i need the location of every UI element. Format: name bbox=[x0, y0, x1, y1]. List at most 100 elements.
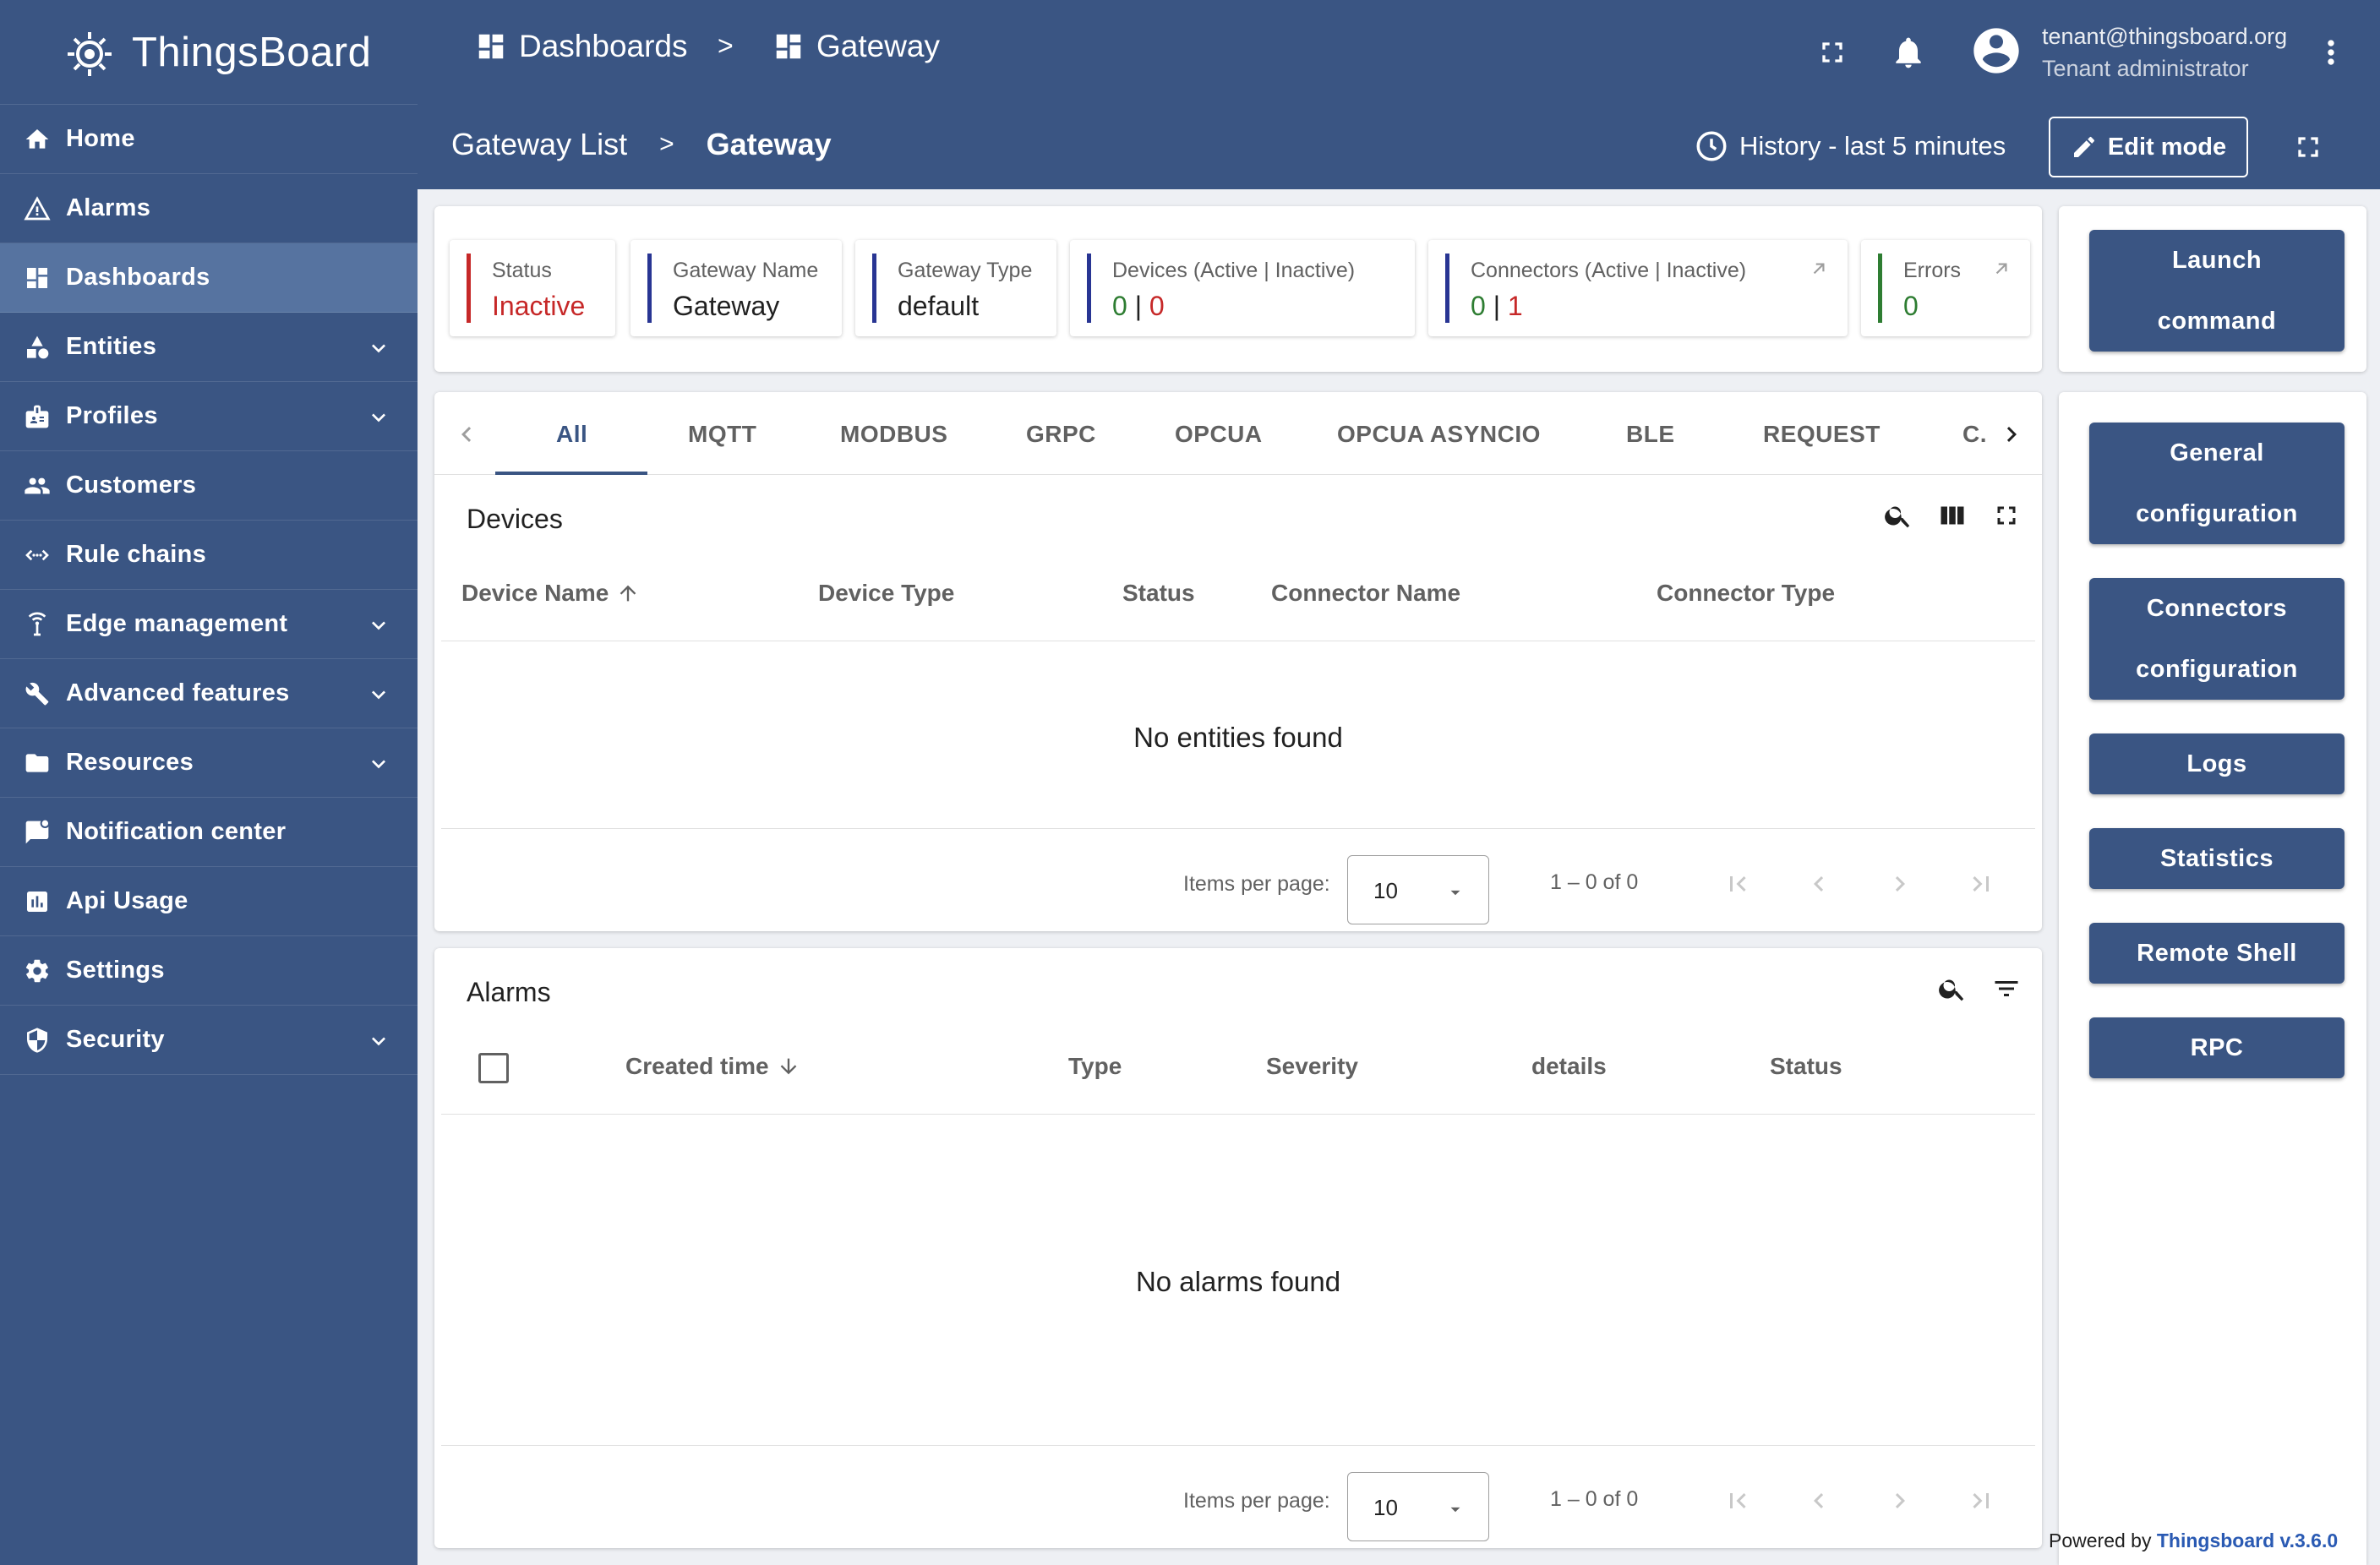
statistics-button[interactable]: Statistics bbox=[2089, 828, 2345, 889]
connectors-active: 0 bbox=[1471, 291, 1486, 321]
devices-value: 0 | 0 bbox=[1112, 291, 1165, 322]
previous-page-icon[interactable] bbox=[1802, 867, 1836, 901]
edit-mode-button[interactable]: Edit mode bbox=[2049, 117, 2248, 177]
sidebar-item-resources[interactable]: Resources bbox=[0, 728, 418, 798]
chevron-down-icon[interactable] bbox=[365, 612, 392, 639]
launch-command-panel: Launch command bbox=[2059, 206, 2366, 372]
gateway-type-value: default bbox=[898, 291, 980, 321]
sidebar-item-settings[interactable]: Settings bbox=[0, 936, 418, 1006]
dashboard-icon bbox=[475, 30, 507, 63]
page-size-select[interactable]: 10 bbox=[1347, 855, 1489, 924]
page-size-value: 10 bbox=[1373, 878, 1398, 903]
sidebar-item-edge-management[interactable]: Edge management bbox=[0, 590, 418, 659]
sidebar-item-dashboards[interactable]: Dashboards bbox=[0, 243, 418, 313]
tab-all[interactable]: All bbox=[556, 421, 587, 448]
column-status[interactable]: Status bbox=[1122, 580, 1195, 607]
sidebar-item-entities[interactable]: Entities bbox=[0, 313, 418, 382]
button-line: General bbox=[2170, 439, 2264, 466]
logo[interactable]: ThingsBoard bbox=[0, 0, 418, 105]
column-connector-type[interactable]: Connector Type bbox=[1657, 580, 1835, 607]
breadcrumb-dashboards[interactable]: Dashboards bbox=[475, 29, 688, 64]
arrow-outward-icon[interactable] bbox=[1990, 257, 2013, 281]
next-page-icon[interactable] bbox=[1883, 1484, 1917, 1518]
arrow-outward-icon[interactable] bbox=[1807, 257, 1831, 281]
chevron-down-icon[interactable] bbox=[365, 681, 392, 708]
version-link[interactable]: Thingsboard v.3.6.0 bbox=[2157, 1530, 2338, 1551]
search-icon[interactable] bbox=[1935, 972, 1969, 1006]
clock-icon bbox=[1694, 128, 1729, 164]
errors-card[interactable]: Errors 0 bbox=[1861, 240, 2030, 336]
filter-icon[interactable] bbox=[1990, 972, 2023, 1006]
tab-ble[interactable]: BLE bbox=[1626, 421, 1675, 448]
sidebar-item-home[interactable]: Home bbox=[0, 105, 418, 174]
search-icon[interactable] bbox=[1881, 499, 1915, 532]
breadcrumb-gateway-list[interactable]: Gateway List bbox=[451, 127, 627, 162]
rpc-button[interactable]: RPC bbox=[2089, 1017, 2345, 1078]
breadcrumb-label: Gateway bbox=[816, 29, 941, 63]
tab-modbus[interactable]: MODBUS bbox=[840, 421, 947, 448]
tab-mqtt[interactable]: MQTT bbox=[688, 421, 756, 448]
general-configuration-button[interactable]: General configuration bbox=[2089, 423, 2345, 544]
column-device-type[interactable]: Device Type bbox=[818, 580, 954, 607]
sidebar-item-notification-center[interactable]: Notification center bbox=[0, 798, 418, 867]
sidebar-item-profiles[interactable]: Profiles bbox=[0, 382, 418, 451]
fullscreen-icon[interactable] bbox=[1990, 499, 2023, 532]
first-page-icon[interactable] bbox=[1721, 867, 1755, 901]
breadcrumb-current: Gateway bbox=[706, 127, 832, 161]
chevron-right-icon[interactable] bbox=[1995, 417, 2028, 451]
column-severity[interactable]: Severity bbox=[1266, 1053, 1358, 1080]
column-details[interactable]: details bbox=[1531, 1053, 1607, 1080]
column-type[interactable]: Type bbox=[1068, 1053, 1122, 1080]
tab-request[interactable]: REQUEST bbox=[1763, 421, 1881, 448]
connectors-label: Connectors (Active | Inactive) bbox=[1471, 259, 1747, 282]
remote-shell-button[interactable]: Remote Shell bbox=[2089, 923, 2345, 984]
chevron-down-icon[interactable] bbox=[365, 750, 392, 777]
tab-more[interactable]: C. bbox=[1962, 421, 1987, 448]
connectors-card[interactable]: Connectors (Active | Inactive) 0 | 1 bbox=[1428, 240, 1848, 336]
timewindow-button[interactable]: History - last 5 minutes bbox=[1694, 128, 2006, 164]
sidebar-item-label: Security bbox=[66, 1026, 165, 1053]
first-page-icon[interactable] bbox=[1721, 1484, 1755, 1518]
gateway-name-card: Gateway Name Gateway bbox=[630, 240, 842, 336]
tab-grpc[interactable]: GRPC bbox=[1026, 421, 1096, 448]
chevron-down-icon[interactable] bbox=[365, 404, 392, 431]
sidebar-item-customers[interactable]: Customers bbox=[0, 451, 418, 521]
connectors-configuration-button[interactable]: Connectors configuration bbox=[2089, 578, 2345, 700]
fullscreen-icon[interactable] bbox=[2288, 127, 2328, 167]
previous-page-icon[interactable] bbox=[1802, 1484, 1836, 1518]
more-vertical-icon[interactable] bbox=[2311, 32, 2351, 73]
bell-icon[interactable] bbox=[1888, 32, 1929, 73]
sidebar-item-security[interactable]: Security bbox=[0, 1006, 418, 1075]
view-columns-icon[interactable] bbox=[1935, 499, 1969, 532]
logs-button[interactable]: Logs bbox=[2089, 733, 2345, 794]
column-status[interactable]: Status bbox=[1770, 1053, 1842, 1080]
column-created-time[interactable]: Created time bbox=[625, 1053, 801, 1080]
user-info[interactable]: tenant@thingsboard.org Tenant administra… bbox=[2042, 20, 2287, 85]
sidebar-item-api-usage[interactable]: Api Usage bbox=[0, 867, 418, 936]
tab-opcua[interactable]: OPCUA bbox=[1175, 421, 1263, 448]
select-all-checkbox[interactable] bbox=[478, 1053, 509, 1083]
top-bar: Dashboards > Gateway tenant@thingsboard.… bbox=[418, 0, 2380, 105]
sidebar-item-rule-chains[interactable]: Rule chains bbox=[0, 521, 418, 590]
chevron-down-icon[interactable] bbox=[365, 335, 392, 362]
page-size-select[interactable]: 10 bbox=[1347, 1472, 1489, 1541]
sidebar-item-advanced-features[interactable]: Advanced features bbox=[0, 659, 418, 728]
column-label: Status bbox=[1122, 580, 1195, 606]
fullscreen-icon[interactable] bbox=[1812, 32, 1853, 73]
alarms-paginator: Items per page: 10 1 – 0 of 0 bbox=[434, 1460, 2042, 1541]
next-page-icon[interactable] bbox=[1883, 867, 1917, 901]
chevron-left-icon[interactable] bbox=[450, 417, 483, 451]
shield-icon bbox=[22, 1025, 52, 1055]
status-card: Status Inactive bbox=[450, 240, 615, 336]
chevron-down-icon[interactable] bbox=[365, 1028, 392, 1055]
column-device-name[interactable]: Device Name bbox=[461, 580, 641, 607]
tab-opcua-asyncio[interactable]: OPCUA ASYNCIO bbox=[1337, 421, 1541, 448]
column-connector-name[interactable]: Connector Name bbox=[1271, 580, 1460, 607]
alarms-empty-message: No alarms found bbox=[1135, 1266, 1341, 1297]
last-page-icon[interactable] bbox=[1964, 867, 1998, 901]
last-page-icon[interactable] bbox=[1964, 1484, 1998, 1518]
account-circle-icon[interactable] bbox=[1969, 24, 2023, 78]
sidebar-item-alarms[interactable]: Alarms bbox=[0, 174, 418, 243]
sidebar-item-label: Rule chains bbox=[66, 541, 207, 568]
launch-command-button[interactable]: Launch command bbox=[2089, 230, 2345, 352]
